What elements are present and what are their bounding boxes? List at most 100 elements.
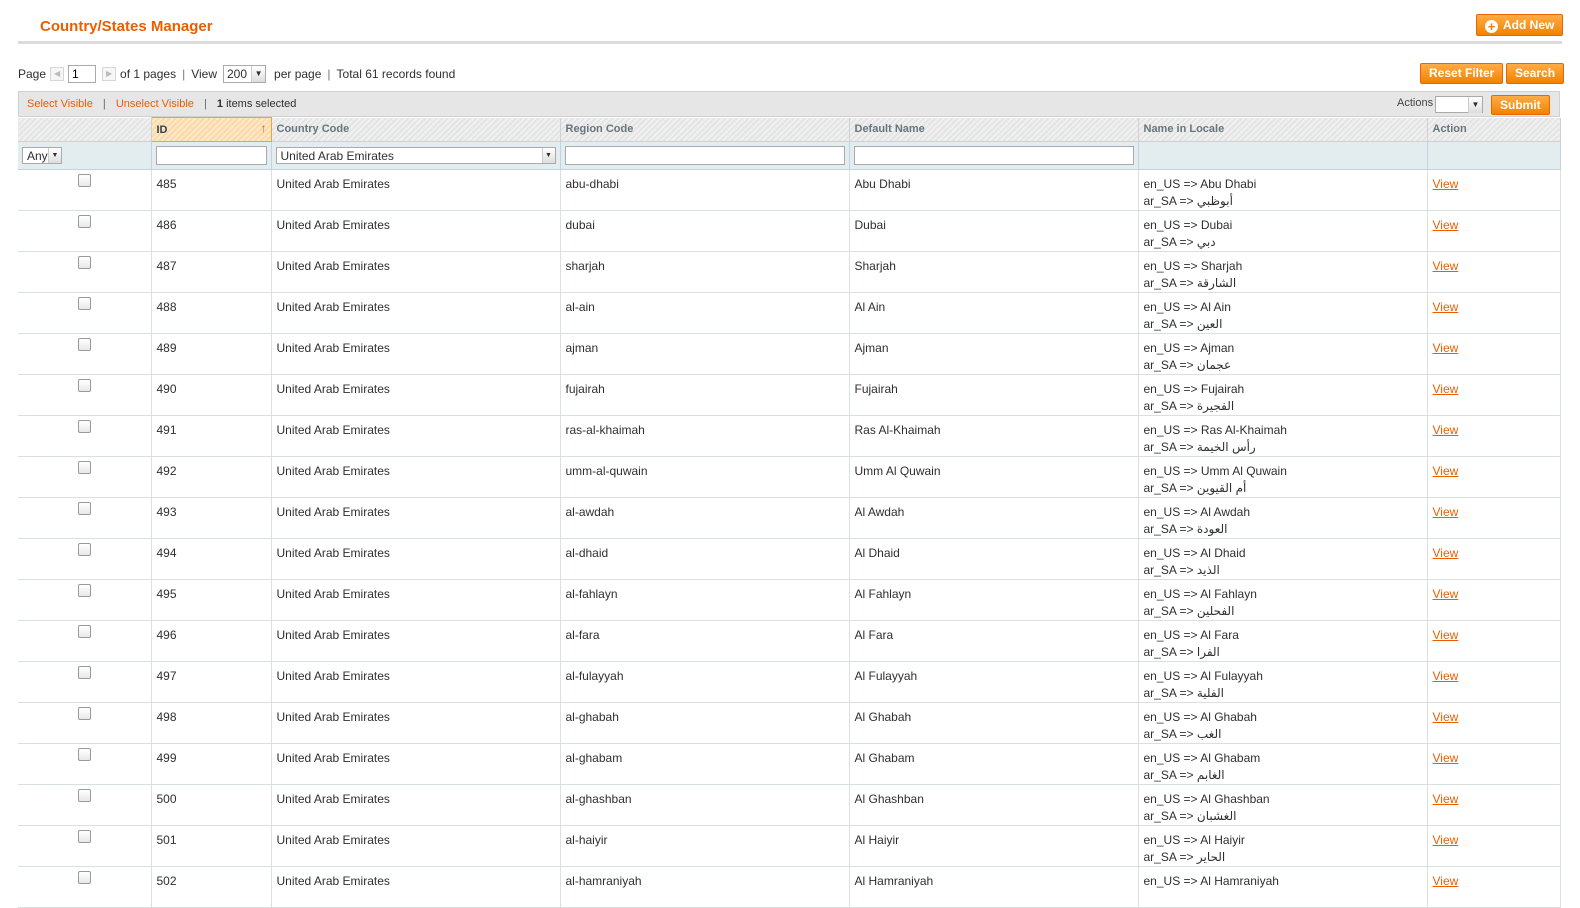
locale-en: en_US => Al Ghashban: [1143, 792, 1270, 806]
cell-name-in-locale: en_US => Al Ghashban ar_SA => الغشبان: [1138, 784, 1428, 826]
row-checkbox[interactable]: [77, 666, 91, 679]
row-checkbox[interactable]: [77, 297, 91, 310]
cell-name-in-locale: en_US => Al Ain ar_SA => العين: [1138, 292, 1428, 334]
locale-ar: ar_SA => العين: [1143, 317, 1223, 331]
region-code-filter-input[interactable]: [564, 146, 845, 165]
select-filter[interactable]: Any ▼: [22, 147, 62, 164]
cell-region-code: al-hamraniyah: [560, 866, 850, 908]
row-checkbox[interactable]: [77, 543, 91, 556]
page-input[interactable]: [68, 65, 97, 83]
view-link[interactable]: View: [1433, 505, 1459, 519]
view-link[interactable]: View: [1433, 464, 1459, 478]
locale-ar: ar_SA => الغشبان: [1143, 809, 1237, 823]
row-checkbox[interactable]: [77, 379, 91, 392]
chevron-down-icon: ▼: [541, 148, 555, 163]
view-link[interactable]: View: [1433, 218, 1459, 232]
locale-ar: ar_SA => الفحلين: [1143, 604, 1235, 618]
search-button[interactable]: Search: [1506, 63, 1565, 84]
view-link[interactable]: View: [1433, 300, 1459, 314]
cell-name-in-locale: en_US => Al Fara ar_SA => الفرا: [1138, 620, 1428, 662]
row-checkbox[interactable]: [77, 748, 91, 761]
default-name-filter-input[interactable]: [853, 146, 1134, 165]
cell-country: United Arab Emirates: [271, 825, 561, 867]
cell-id: 487: [151, 251, 272, 293]
cell-country: United Arab Emirates: [271, 702, 561, 744]
view-link[interactable]: View: [1433, 341, 1459, 355]
table-row: 486 United Arab Emirates dubai Dubai en_US =…: [18, 210, 1561, 252]
cell-default-name: Sharjah: [849, 251, 1139, 293]
submit-button[interactable]: Submit: [1491, 95, 1550, 115]
select-visible-link[interactable]: Select Visible: [27, 98, 93, 110]
reset-filter-button[interactable]: Reset Filter: [1420, 63, 1504, 84]
row-checkbox[interactable]: [77, 789, 91, 802]
cell-id: 500: [151, 784, 272, 826]
cell-action: View: [1427, 620, 1561, 662]
view-link[interactable]: View: [1433, 382, 1459, 396]
view-link[interactable]: View: [1433, 751, 1459, 765]
cell-id: 499: [151, 743, 272, 785]
view-link[interactable]: View: [1433, 177, 1459, 191]
id-filter-input[interactable]: [155, 146, 267, 165]
cell-region-code: al-ghabam: [560, 743, 850, 785]
cell-action: View: [1427, 866, 1561, 908]
row-checkbox[interactable]: [77, 420, 91, 433]
column-header-default-name[interactable]: Default Name: [849, 117, 1139, 142]
table-row: 485 United Arab Emirates abu-dhabi Abu Dhab…: [18, 169, 1561, 211]
actions-select[interactable]: ▼: [1435, 96, 1483, 113]
column-header-country-code[interactable]: Country Code: [271, 117, 561, 142]
view-link[interactable]: View: [1433, 628, 1459, 642]
view-link[interactable]: View: [1433, 423, 1459, 437]
cell-default-name: Al Fahlayn: [849, 579, 1139, 621]
column-header-region-code[interactable]: Region Code: [560, 117, 850, 142]
unselect-visible-link[interactable]: Unselect Visible: [116, 98, 194, 110]
row-checkbox[interactable]: [77, 256, 91, 269]
row-checkbox[interactable]: [77, 625, 91, 638]
per-page-select[interactable]: 200 ▼: [223, 65, 267, 83]
row-checkbox[interactable]: [77, 707, 91, 720]
table-row: 502 United Arab Emirates al-hamraniyah Al H…: [18, 866, 1561, 908]
cell-name-in-locale: en_US => Dubai ar_SA => دبي: [1138, 210, 1428, 252]
cell-action: View: [1427, 169, 1561, 211]
locale-ar: ar_SA => الغابم: [1143, 768, 1225, 782]
view-link[interactable]: View: [1433, 710, 1459, 724]
page-label: Page: [18, 67, 47, 81]
cell-region-code: umm-al-quwain: [560, 456, 850, 498]
row-checkbox[interactable]: [77, 830, 91, 843]
column-header-id[interactable]: ID ↑: [150, 117, 272, 142]
view-link[interactable]: View: [1433, 259, 1459, 273]
cell-region-code: al-fulayyah: [560, 661, 850, 703]
plus-icon: +: [1485, 20, 1498, 33]
row-checkbox[interactable]: [77, 871, 91, 884]
prev-page-icon[interactable]: ◀: [50, 67, 65, 81]
add-new-button[interactable]: + Add New: [1476, 14, 1564, 36]
row-checkbox[interactable]: [77, 502, 91, 515]
row-checkbox[interactable]: [77, 215, 91, 228]
locale-en: en_US => Ras Al-Khaimah: [1143, 423, 1287, 437]
of-pages-text: of 1 pages: [120, 67, 177, 81]
row-checkbox[interactable]: [77, 461, 91, 474]
cell-action: View: [1427, 661, 1561, 703]
view-link[interactable]: View: [1433, 792, 1459, 806]
cell-name-in-locale: en_US => Ajman ar_SA => عجمان: [1138, 333, 1428, 375]
cell-name-in-locale: en_US => Al Awdah ar_SA => العودة: [1138, 497, 1428, 539]
cell-country: United Arab Emirates: [271, 333, 561, 375]
view-link[interactable]: View: [1433, 669, 1459, 683]
view-link[interactable]: View: [1433, 874, 1459, 888]
cell-id: 502: [151, 866, 272, 908]
cell-id: 498: [151, 702, 272, 744]
cell-id: 494: [151, 538, 272, 580]
view-link[interactable]: View: [1433, 546, 1459, 560]
locale-en: en_US => Al Fulayyah: [1143, 669, 1263, 683]
row-checkbox[interactable]: [77, 174, 91, 187]
view-link[interactable]: View: [1433, 587, 1459, 601]
cell-name-in-locale: en_US => Abu Dhabi ar_SA => أبوظبي: [1138, 169, 1428, 211]
locale-ar: ar_SA => رأس الخيمة: [1143, 440, 1256, 454]
locale-ar: ar_SA => الذيد: [1143, 563, 1220, 577]
country-filter-select[interactable]: United Arab Emirates ▼: [275, 147, 556, 164]
locale-ar: ar_SA => الفرا: [1143, 645, 1220, 659]
row-checkbox[interactable]: [77, 584, 91, 597]
row-checkbox[interactable]: [77, 338, 91, 351]
view-link[interactable]: View: [1433, 833, 1459, 847]
cell-country: United Arab Emirates: [271, 415, 561, 457]
next-page-icon[interactable]: ▶: [102, 67, 117, 81]
